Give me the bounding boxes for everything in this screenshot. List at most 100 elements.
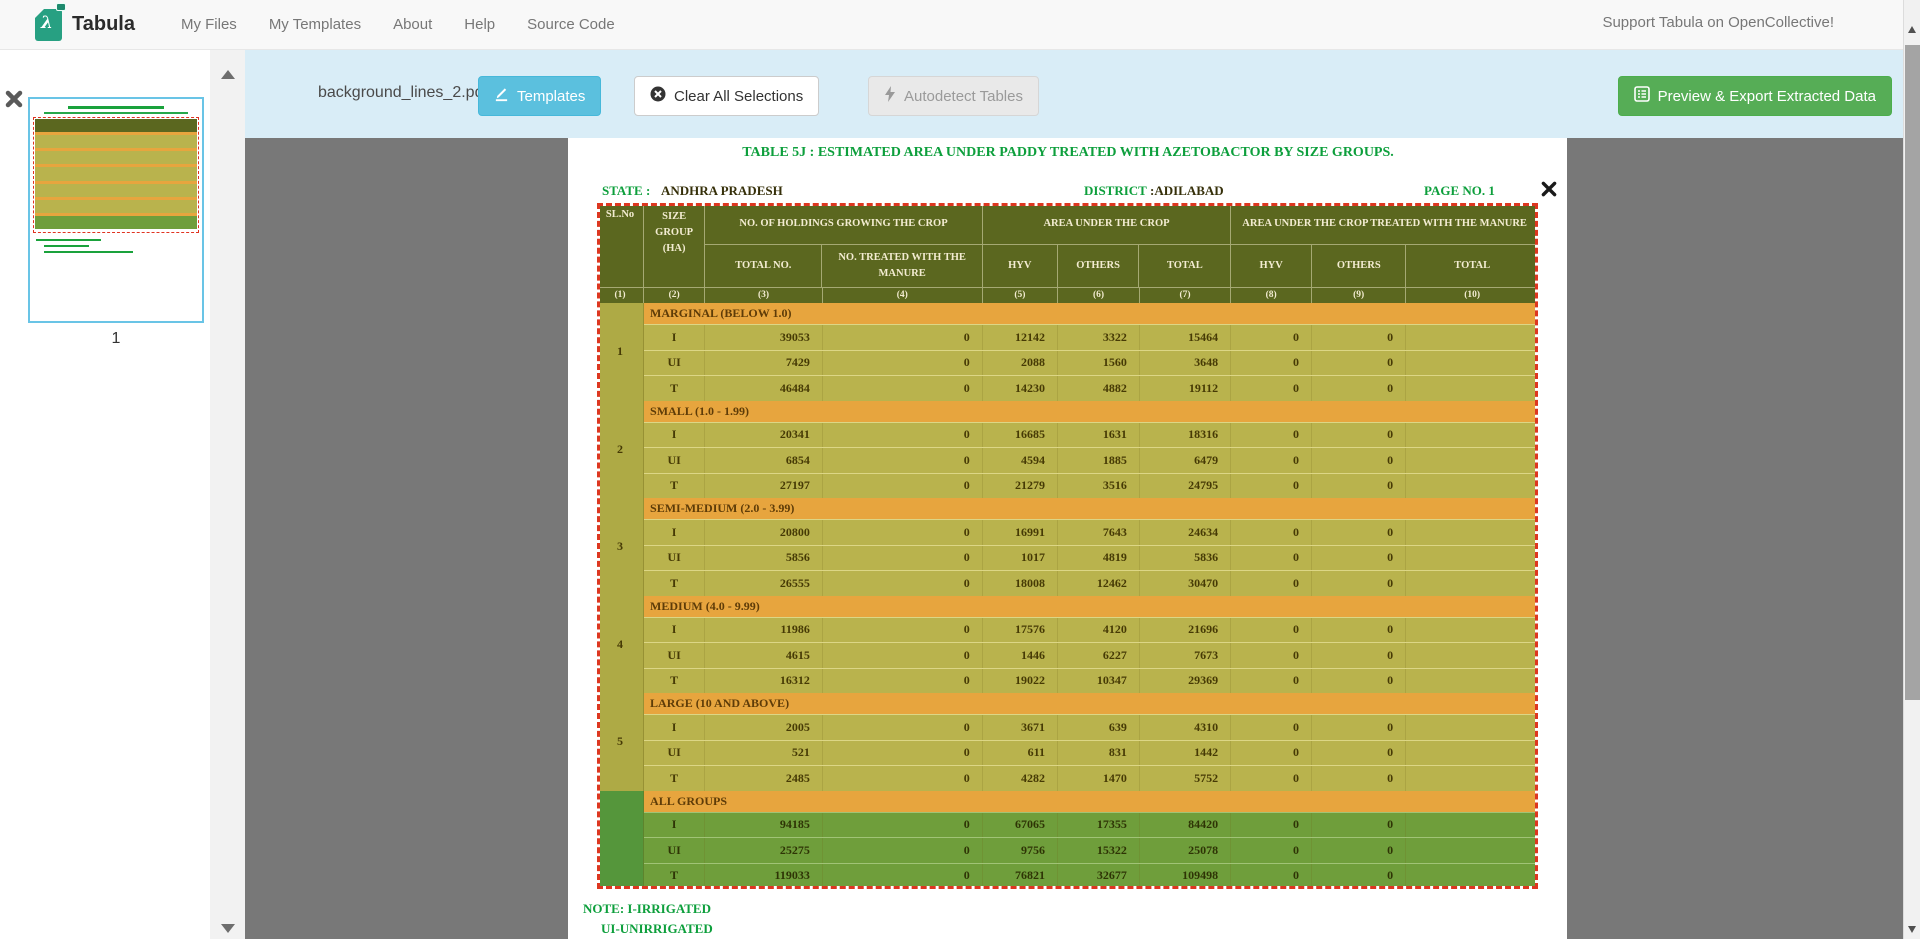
value-cell: 0 xyxy=(1231,351,1312,376)
value-cell: 12142 xyxy=(983,325,1058,350)
value-cell: 0 xyxy=(1231,813,1312,838)
support-link[interactable]: Support Tabula on OpenCollective! xyxy=(1602,14,1834,31)
value-cell: 2485 xyxy=(705,766,823,791)
header-size-group: SIZE GROUP (HA) xyxy=(644,203,705,287)
value-cell: 0 xyxy=(1231,546,1312,571)
autodetect-tables-button[interactable]: Autodetect Tables xyxy=(868,76,1039,116)
table-row: UI25275097561532225078000 xyxy=(644,837,1538,863)
scrollbar-down-icon[interactable] xyxy=(1908,926,1916,933)
page-thumbnail-sidebar: 1 xyxy=(0,50,245,939)
value-cell: 7429 xyxy=(705,351,823,376)
value-cell: 0 xyxy=(823,474,983,499)
value-cell: 0 xyxy=(1231,376,1312,401)
table-group: ALL GROUPSI941850670651735584420000UI252… xyxy=(597,791,1538,889)
value-cell: 5856 xyxy=(705,546,823,571)
table-row: T24850428214705752000 xyxy=(644,765,1538,791)
value-cell: 94185 xyxy=(705,813,823,838)
selection-close-icon[interactable] xyxy=(1540,180,1558,198)
preview-export-button[interactable]: Preview & Export Extracted Data xyxy=(1618,76,1892,116)
value-cell: 0 xyxy=(823,546,983,571)
value-cell: 0 xyxy=(823,423,983,448)
table-group: 3SEMI-MEDIUM (2.0 - 3.99)I20800016991764… xyxy=(597,498,1538,596)
value-cell: 1442 xyxy=(1140,741,1231,766)
sidebar-scroll-down-icon[interactable] xyxy=(221,924,235,933)
value-cell: 25275 xyxy=(705,838,823,863)
value-cell: 9756 xyxy=(983,838,1058,863)
value-cell: 15464 xyxy=(1140,325,1231,350)
size-group-band: MARGINAL (BELOW 1.0) xyxy=(644,303,1538,324)
value-cell: 0 xyxy=(823,741,983,766)
value-cell: 0 xyxy=(1231,715,1312,740)
table-body: 1MARGINAL (BELOW 1.0)I390530121423322154… xyxy=(597,303,1538,888)
thumbnail-page-number: 1 xyxy=(28,330,204,348)
value-cell: 0 xyxy=(1312,546,1406,571)
value-cell: 46484 xyxy=(705,376,823,401)
sl-number-cell: 2 xyxy=(597,401,644,499)
scrollbar-up-icon[interactable] xyxy=(1908,26,1916,33)
table-group: 5LARGE (10 AND ABOVE)I200503671639431000… xyxy=(597,693,1538,791)
value-cell: 84420 xyxy=(1140,813,1231,838)
page-thumbnail[interactable] xyxy=(28,97,204,323)
clear-all-selections-button[interactable]: Clear All Selections xyxy=(634,76,819,116)
value-cell: 0 xyxy=(1312,351,1406,376)
value-cell: 18008 xyxy=(983,571,1058,596)
value-cell: 2005 xyxy=(705,715,823,740)
value-cell: 0 xyxy=(1410,766,1538,791)
irrigation-type-cell: UI xyxy=(644,448,705,473)
irrigation-type-cell: UI xyxy=(644,643,705,668)
value-cell: 21279 xyxy=(983,474,1058,499)
sl-number-cell xyxy=(597,791,644,889)
value-cell: 0 xyxy=(1312,571,1406,596)
value-cell: 0 xyxy=(1410,423,1538,448)
value-cell: 5752 xyxy=(1140,766,1231,791)
value-cell: 0 xyxy=(1231,618,1312,643)
value-cell: 7673 xyxy=(1140,643,1231,668)
value-cell: 0 xyxy=(1231,325,1312,350)
table-row: T27197021279351624795000 xyxy=(644,473,1538,499)
mini-title-line xyxy=(68,106,164,109)
templates-button[interactable]: Templates xyxy=(478,76,601,116)
nav-link-help[interactable]: Help xyxy=(448,2,511,47)
value-cell: 6227 xyxy=(1058,643,1140,668)
pdf-page[interactable]: TABLE 5J : ESTIMATED AREA UNDER PADDY TR… xyxy=(568,138,1567,939)
value-cell: 0 xyxy=(1410,643,1538,668)
nav-link-my-files[interactable]: My Files xyxy=(165,2,253,47)
remove-page-icon[interactable] xyxy=(5,90,25,110)
value-cell: 27197 xyxy=(705,474,823,499)
value-cell: 17355 xyxy=(1058,813,1140,838)
value-cell: 0 xyxy=(1312,813,1406,838)
value-cell: 14230 xyxy=(983,376,1058,401)
value-cell: 0 xyxy=(1231,864,1312,889)
table-row: I20341016685163118316000 xyxy=(644,422,1538,448)
table-row: I20800016991764324634000 xyxy=(644,519,1538,545)
mini-selection-outline xyxy=(33,117,199,233)
value-cell: 0 xyxy=(1312,618,1406,643)
table-selection-box[interactable]: SL.No SIZE GROUP (HA) NO. OF HOLDINGS GR… xyxy=(597,203,1538,889)
nav-link-source-code[interactable]: Source Code xyxy=(511,2,631,47)
district-value: :ADILABAD xyxy=(1150,183,1224,199)
pdf-note-line1: NOTE: I-IRRIGATED xyxy=(583,901,711,917)
brand-link[interactable]: λ Tabula xyxy=(35,9,135,41)
scrollbar-thumb[interactable] xyxy=(1905,45,1920,700)
sidebar-scroll-gutter xyxy=(210,50,245,939)
autodetect-button-label: Autodetect Tables xyxy=(904,88,1023,105)
value-cell: 4882 xyxy=(1058,376,1140,401)
value-cell: 0 xyxy=(1312,715,1406,740)
value-cell: 16312 xyxy=(705,669,823,694)
irrigation-type-cell: I xyxy=(644,423,705,448)
tabula-app: λ Tabula My FilesMy TemplatesAboutHelpSo… xyxy=(0,0,1920,939)
browser-scrollbar[interactable] xyxy=(1903,0,1920,939)
nav-link-about[interactable]: About xyxy=(377,2,448,47)
pdf-note-line2: UI-UNIRRIGATED xyxy=(601,921,713,937)
irrigation-type-cell: UI xyxy=(644,741,705,766)
value-cell: 0 xyxy=(823,571,983,596)
templates-button-label: Templates xyxy=(517,88,585,105)
irrigation-type-cell: UI xyxy=(644,838,705,863)
nav-link-my-templates[interactable]: My Templates xyxy=(253,2,377,47)
sidebar-scroll-up-icon[interactable] xyxy=(221,70,235,79)
lightning-bolt-icon xyxy=(884,86,896,106)
clear-button-label: Clear All Selections xyxy=(674,88,803,105)
value-cell: 26555 xyxy=(705,571,823,596)
sl-number-cell: 4 xyxy=(597,596,644,694)
mini-title-line xyxy=(44,112,188,114)
